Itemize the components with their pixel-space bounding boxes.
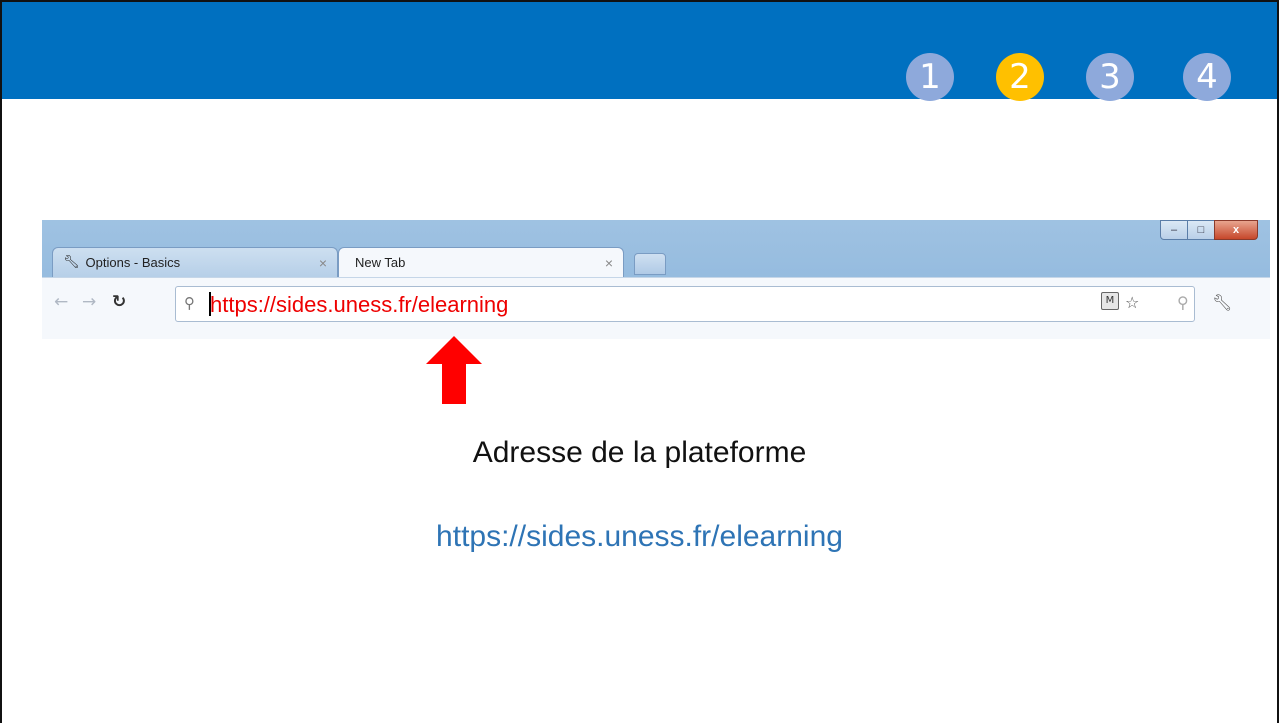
window-controls: – □ x: [1160, 220, 1258, 240]
wrench-icon: 🔧︎: [63, 255, 80, 270]
tab-close-icon[interactable]: ×: [319, 255, 327, 271]
tab-label: New Tab: [355, 255, 406, 270]
step-1-indicator[interactable]: 1: [906, 53, 954, 101]
platform-address-caption: Adresse de la plateforme: [472, 436, 807, 469]
tab-options-basics[interactable]: 🔧︎ Options - Basics ×: [52, 247, 338, 277]
forward-arrow-icon[interactable]: →: [82, 292, 96, 312]
reload-icon[interactable]: ↻: [112, 292, 126, 312]
step-4-indicator[interactable]: 4: [1183, 53, 1231, 101]
browser-toolbar: ← → ↻ ⚲ https://sides.uness.fr/elearning…: [42, 277, 1270, 339]
back-arrow-icon[interactable]: ←: [54, 292, 68, 312]
browser-screenshot: – □ x 🔧︎ Options - Basics × New Tab × ← …: [42, 220, 1270, 339]
slide-frame: [0, 0, 1279, 723]
tab-close-icon[interactable]: ×: [605, 255, 613, 271]
platform-link[interactable]: https://sides.uness.fr/elearning: [0, 520, 1279, 554]
red-arrow-icon: [426, 336, 482, 404]
header-band: [2, 2, 1277, 99]
minimize-button[interactable]: –: [1160, 220, 1188, 240]
close-window-button[interactable]: x: [1214, 220, 1258, 240]
step-3-indicator[interactable]: 3: [1086, 53, 1134, 101]
search-icon[interactable]: ⚲: [1177, 293, 1189, 312]
tab-new-tab[interactable]: New Tab ×: [338, 247, 624, 277]
step-2-indicator[interactable]: 2: [996, 53, 1044, 101]
maximize-button[interactable]: □: [1187, 220, 1215, 240]
new-tab-button[interactable]: [634, 253, 666, 275]
star-icon[interactable]: ☆: [1125, 293, 1139, 312]
tab-label: Options - Basics: [85, 255, 181, 270]
extension-icon[interactable]: M: [1101, 292, 1119, 310]
search-icon: ⚲: [184, 294, 195, 312]
wrench-icon[interactable]: 🔧︎: [1212, 293, 1232, 312]
address-bar[interactable]: ⚲ https://sides.uness.fr/elearning: [175, 286, 1195, 322]
address-bar-url[interactable]: https://sides.uness.fr/elearning: [210, 292, 508, 318]
